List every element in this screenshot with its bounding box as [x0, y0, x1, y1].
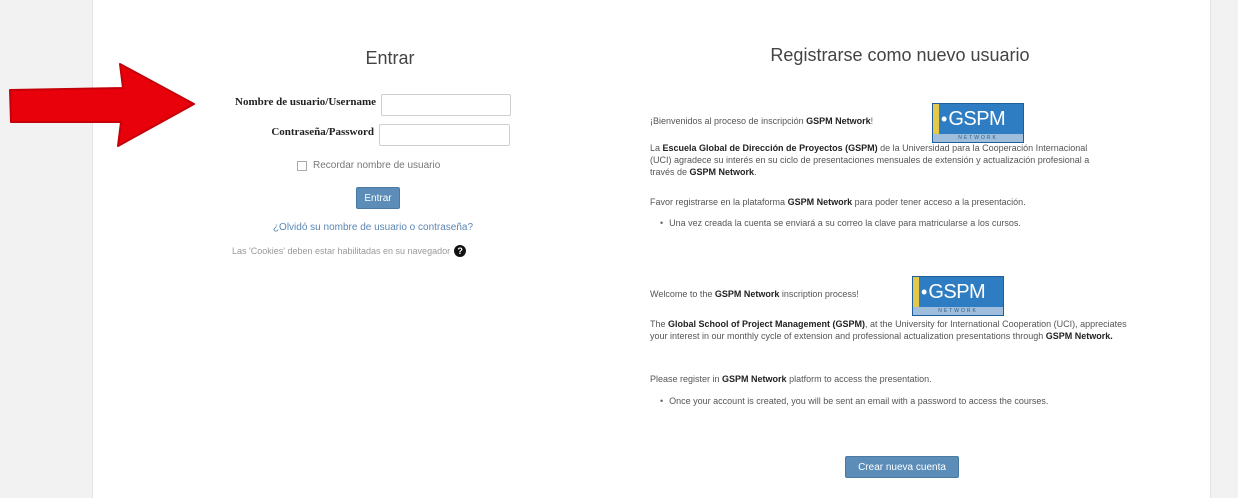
intro-es-brand: GSPM Network [689, 167, 755, 177]
login-button[interactable]: Entrar [356, 187, 400, 209]
intro-en: The Global School of Project Management … [650, 318, 1130, 342]
intro-en-brand: GSPM Network. [1045, 331, 1113, 341]
welcome-en: Welcome to the GSPM Network inscription … [650, 288, 910, 300]
forgot-password-link[interactable]: ¿Olvidó su nombre de usuario o contraseñ… [258, 222, 488, 233]
intro-es-end: . [754, 167, 757, 177]
remember-checkbox[interactable] [297, 160, 307, 171]
welcome-es-prefix: ¡Bienvenidos al proceso de inscripción [650, 116, 807, 126]
register-title: Registrarse como nuevo usuario [770, 45, 1030, 65]
register-en: Please register in GSPM Network platform… [650, 373, 1110, 385]
welcome-es-brand: GSPM Network [806, 116, 871, 126]
register-en-brand: GSPM Network [722, 374, 787, 384]
register-es-brand: GSPM Network [787, 197, 853, 207]
logo-subtext: NETWORK [933, 134, 1023, 142]
register-en-end: platform to access the presentation. [786, 374, 932, 384]
red-arrow-icon [9, 63, 195, 147]
password-input[interactable] [379, 124, 510, 146]
remember-username[interactable]: Recordar nombre de usuario [297, 160, 440, 171]
logo-text: GSPM [948, 108, 1006, 130]
intro-en-school: Global School of Project Management (GSP… [668, 319, 866, 329]
create-account-button[interactable]: Crear nueva cuenta [845, 456, 959, 478]
welcome-en-prefix: Welcome to the [650, 289, 715, 299]
username-label: Nombre de usuario/Username [235, 96, 376, 108]
welcome-en-brand: GSPM Network [714, 289, 780, 299]
register-es-end: para poder tener acceso a la presentació… [852, 197, 1026, 207]
welcome-es: ¡Bienvenidos al proceso de inscripción G… [650, 115, 930, 127]
register-es-pre: Favor registrarse en la plataforma [650, 197, 788, 207]
right-margin [1211, 0, 1238, 498]
login-title: Entrar [365, 48, 415, 68]
cookies-notice: Las 'Cookies' deben estar habilitadas en… [232, 245, 467, 257]
logo-subtext: NETWORK [913, 307, 1003, 315]
remember-label: Recordar nombre de usuario [313, 160, 441, 171]
cookies-notice-text: Las 'Cookies' deben estar habilitadas en… [232, 246, 451, 256]
logo-text: GSPM [928, 281, 986, 303]
username-input[interactable] [381, 94, 511, 116]
help-icon[interactable]: ? [454, 245, 467, 257]
gspm-network-logo: • GSPM NETWORK [912, 276, 1004, 316]
list-item: Una vez creada la cuenta se enviará a su… [660, 218, 1110, 228]
register-en-pre: Please register in [650, 374, 723, 384]
intro-en-pre: The [650, 319, 669, 329]
list-item: Once your account is created, you will b… [660, 396, 1130, 406]
intro-es: La Escuela Global de Dirección de Proyec… [650, 142, 1110, 178]
welcome-es-suffix: ! [870, 116, 874, 126]
register-es: Favor registrarse en la plataforma GSPM … [650, 196, 1110, 208]
welcome-en-suffix: inscription process! [779, 289, 859, 299]
divider [1210, 0, 1211, 498]
gspm-network-logo: • GSPM NETWORK [932, 103, 1024, 143]
intro-es-school: Escuela Global de Dirección de Proyectos… [662, 143, 878, 153]
intro-es-pre: La [650, 143, 663, 153]
password-label: Contraseña/Password [271, 126, 374, 138]
